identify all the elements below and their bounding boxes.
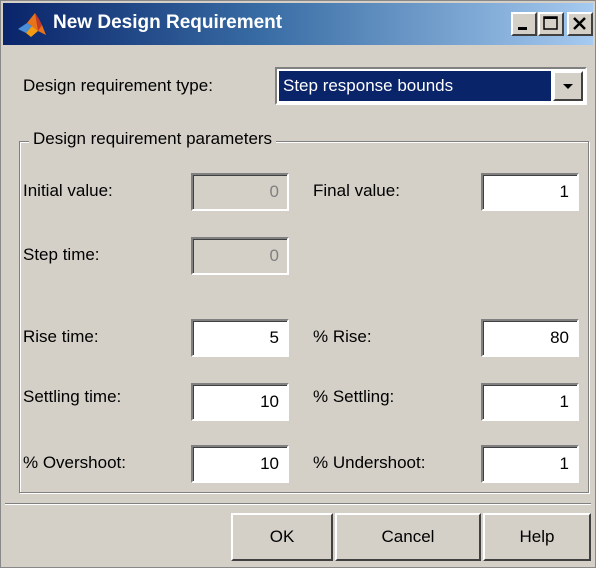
button-divider bbox=[5, 503, 591, 505]
minimize-icon bbox=[518, 27, 527, 30]
cancel-button[interactable]: Cancel bbox=[335, 513, 481, 561]
maximize-icon bbox=[543, 16, 558, 30]
pct-rise-label: % Rise: bbox=[313, 327, 372, 346]
parameters-group-title: Design requirement parameters bbox=[29, 129, 277, 149]
pct-settling-field[interactable]: 1 bbox=[481, 383, 579, 421]
rise-time-field[interactable]: 5 bbox=[191, 319, 289, 357]
dialog-window: New Design Requirement Design requiremen… bbox=[0, 0, 596, 568]
matlab-icon bbox=[17, 11, 47, 39]
settling-time-label: Settling time: bbox=[23, 387, 122, 406]
minimize-button[interactable] bbox=[511, 12, 537, 36]
step-time-field: 0 bbox=[191, 237, 289, 275]
ok-button[interactable]: OK bbox=[231, 513, 333, 561]
close-icon bbox=[573, 17, 586, 30]
step-time-label: Step time: bbox=[23, 245, 100, 264]
rise-time-label: Rise time: bbox=[23, 327, 99, 346]
title-bar[interactable]: New Design Requirement bbox=[3, 3, 593, 45]
final-value-field[interactable]: 1 bbox=[481, 173, 579, 211]
requirement-type-label: Design requirement type: bbox=[23, 76, 213, 95]
pct-rise-field[interactable]: 80 bbox=[481, 319, 579, 357]
requirement-type-selected: Step response bounds bbox=[279, 71, 551, 101]
pct-overshoot-field[interactable]: 10 bbox=[191, 445, 289, 483]
window-title: New Design Requirement bbox=[53, 12, 283, 33]
initial-value-label: Initial value: bbox=[23, 181, 113, 200]
settling-time-field[interactable]: 10 bbox=[191, 383, 289, 421]
close-button[interactable] bbox=[567, 12, 593, 36]
help-button[interactable]: Help bbox=[483, 513, 591, 561]
final-value-label: Final value: bbox=[313, 181, 400, 200]
pct-undershoot-field[interactable]: 1 bbox=[481, 445, 579, 483]
requirement-type-dropdown[interactable]: Step response bounds bbox=[275, 67, 587, 105]
pct-settling-label: % Settling: bbox=[313, 387, 395, 406]
maximize-button[interactable] bbox=[538, 12, 564, 36]
initial-value-field: 0 bbox=[191, 173, 289, 211]
dropdown-arrow-button[interactable] bbox=[553, 71, 583, 101]
chevron-down-icon bbox=[563, 84, 573, 89]
pct-undershoot-label: % Undershoot: bbox=[313, 453, 426, 472]
pct-overshoot-label: % Overshoot: bbox=[23, 453, 126, 472]
